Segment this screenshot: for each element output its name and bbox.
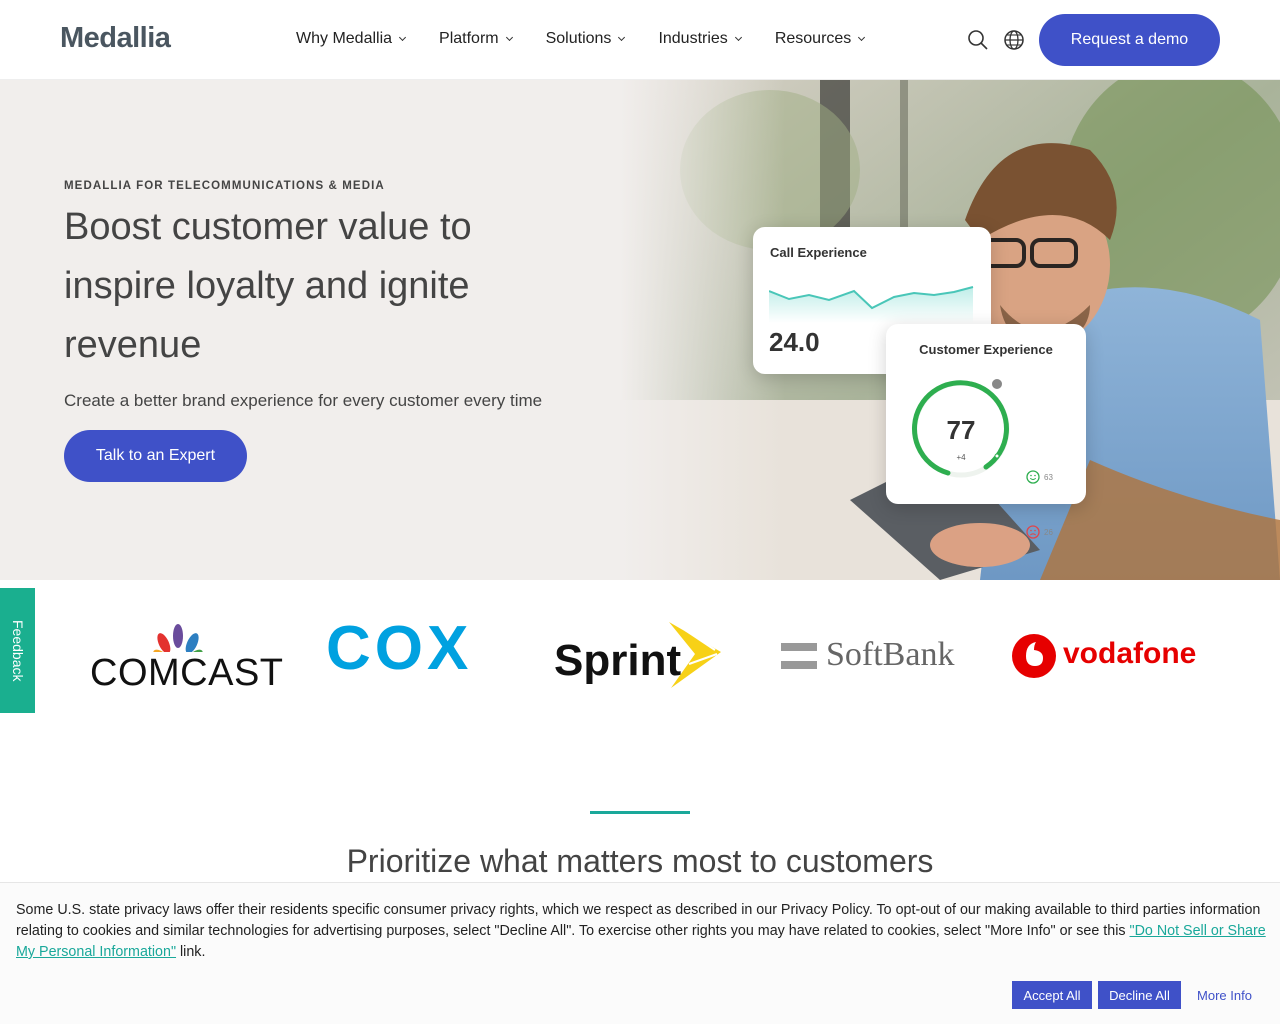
call-card-value: 24.0 [769, 327, 820, 357]
call-card-title: Call Experience [770, 245, 867, 260]
nav-why-medallia[interactable]: Why Medallia [296, 30, 407, 48]
nav-industries[interactable]: Industries [658, 30, 742, 48]
cx-card-title: Customer Experience [919, 342, 1053, 357]
customer-experience-card: Customer Experience 77 +4 63 26 [886, 324, 1086, 539]
cx-positive-stat: 63 [1026, 470, 1053, 484]
cx-negative-stat: 26 [1026, 525, 1053, 539]
vodafone-logo: vodafone [1063, 637, 1197, 670]
more-info-button[interactable]: More Info [1187, 981, 1262, 1009]
frown-icon [1026, 525, 1040, 539]
vodafone-mark-icon [1012, 634, 1056, 678]
nav-platform[interactable]: Platform [439, 30, 513, 48]
nav-label: Solutions [545, 30, 612, 47]
customer-logos: COMCAST COX Sprint SoftBank vodafone [0, 580, 1280, 730]
hero-subtitle: Create a better brand experience for eve… [64, 391, 543, 410]
nav-label: Industries [658, 30, 728, 47]
cookie-text-tail: link. [176, 944, 206, 960]
softbank-bar-bottom [781, 661, 817, 669]
cx-score: 77 [946, 415, 976, 445]
softbank-logo: SoftBank [826, 636, 955, 673]
nav-label: Resources [774, 30, 852, 47]
peacock-icon [153, 624, 203, 652]
globe-icon[interactable] [1002, 28, 1026, 52]
medallia-logo[interactable]: Medallia [60, 22, 171, 55]
softbank-bar-top [781, 643, 817, 651]
hero-section: MEDALLIA FOR TELECOMMUNICATIONS & MEDIA … [0, 80, 1280, 580]
sprint-wings-icon [669, 622, 721, 688]
chevron-down-icon [734, 33, 742, 41]
section-title: Prioritize what matters most to customer… [346, 843, 934, 879]
nav-solutions[interactable]: Solutions [545, 30, 626, 48]
chevron-down-icon [618, 33, 626, 41]
accept-all-button[interactable]: Accept All [1012, 981, 1092, 1009]
call-trend-sparkline [769, 286, 974, 323]
chevron-down-icon [858, 33, 866, 41]
comcast-logo: COMCAST [90, 624, 283, 694]
site-header: Medallia Why Medallia Platform Solutions… [0, 0, 1280, 80]
smile-icon [1026, 470, 1040, 484]
cookie-text: Some U.S. state privacy laws offer their… [16, 900, 1268, 963]
talk-to-expert-button[interactable]: Talk to an Expert [64, 430, 247, 482]
search-icon[interactable] [966, 28, 990, 52]
feedback-tab[interactable]: Feedback [0, 588, 35, 713]
cx-score-delta: +4 [956, 453, 966, 462]
comcast-wordmark: COMCAST [90, 652, 284, 694]
cox-logo: COX [326, 614, 473, 683]
cx-positive-count: 63 [1044, 472, 1053, 482]
feedback-label: Feedback [10, 620, 26, 682]
sprint-logo: Sprint [554, 636, 682, 685]
cookie-text-body: Some U.S. state privacy laws offer their… [16, 902, 1261, 939]
section-divider [590, 811, 690, 814]
request-demo-button[interactable]: Request a demo [1039, 14, 1220, 66]
hero-title: Boost customer value to inspire loyalty … [64, 206, 472, 366]
nav-label: Why Medallia [296, 30, 393, 47]
hero-eyebrow: MEDALLIA FOR TELECOMMUNICATIONS & MEDIA [64, 180, 385, 192]
cookie-banner: Some U.S. state privacy laws offer their… [0, 882, 1280, 1024]
nav-label: Platform [439, 30, 499, 47]
chevron-down-icon [398, 33, 407, 41]
cx-negative-count: 26 [1044, 527, 1053, 537]
chevron-down-icon [505, 33, 513, 41]
decline-all-button[interactable]: Decline All [1098, 981, 1181, 1009]
nav-resources[interactable]: Resources [774, 30, 866, 48]
main-nav: Why Medallia Platform Solutions Industri… [296, 30, 898, 48]
